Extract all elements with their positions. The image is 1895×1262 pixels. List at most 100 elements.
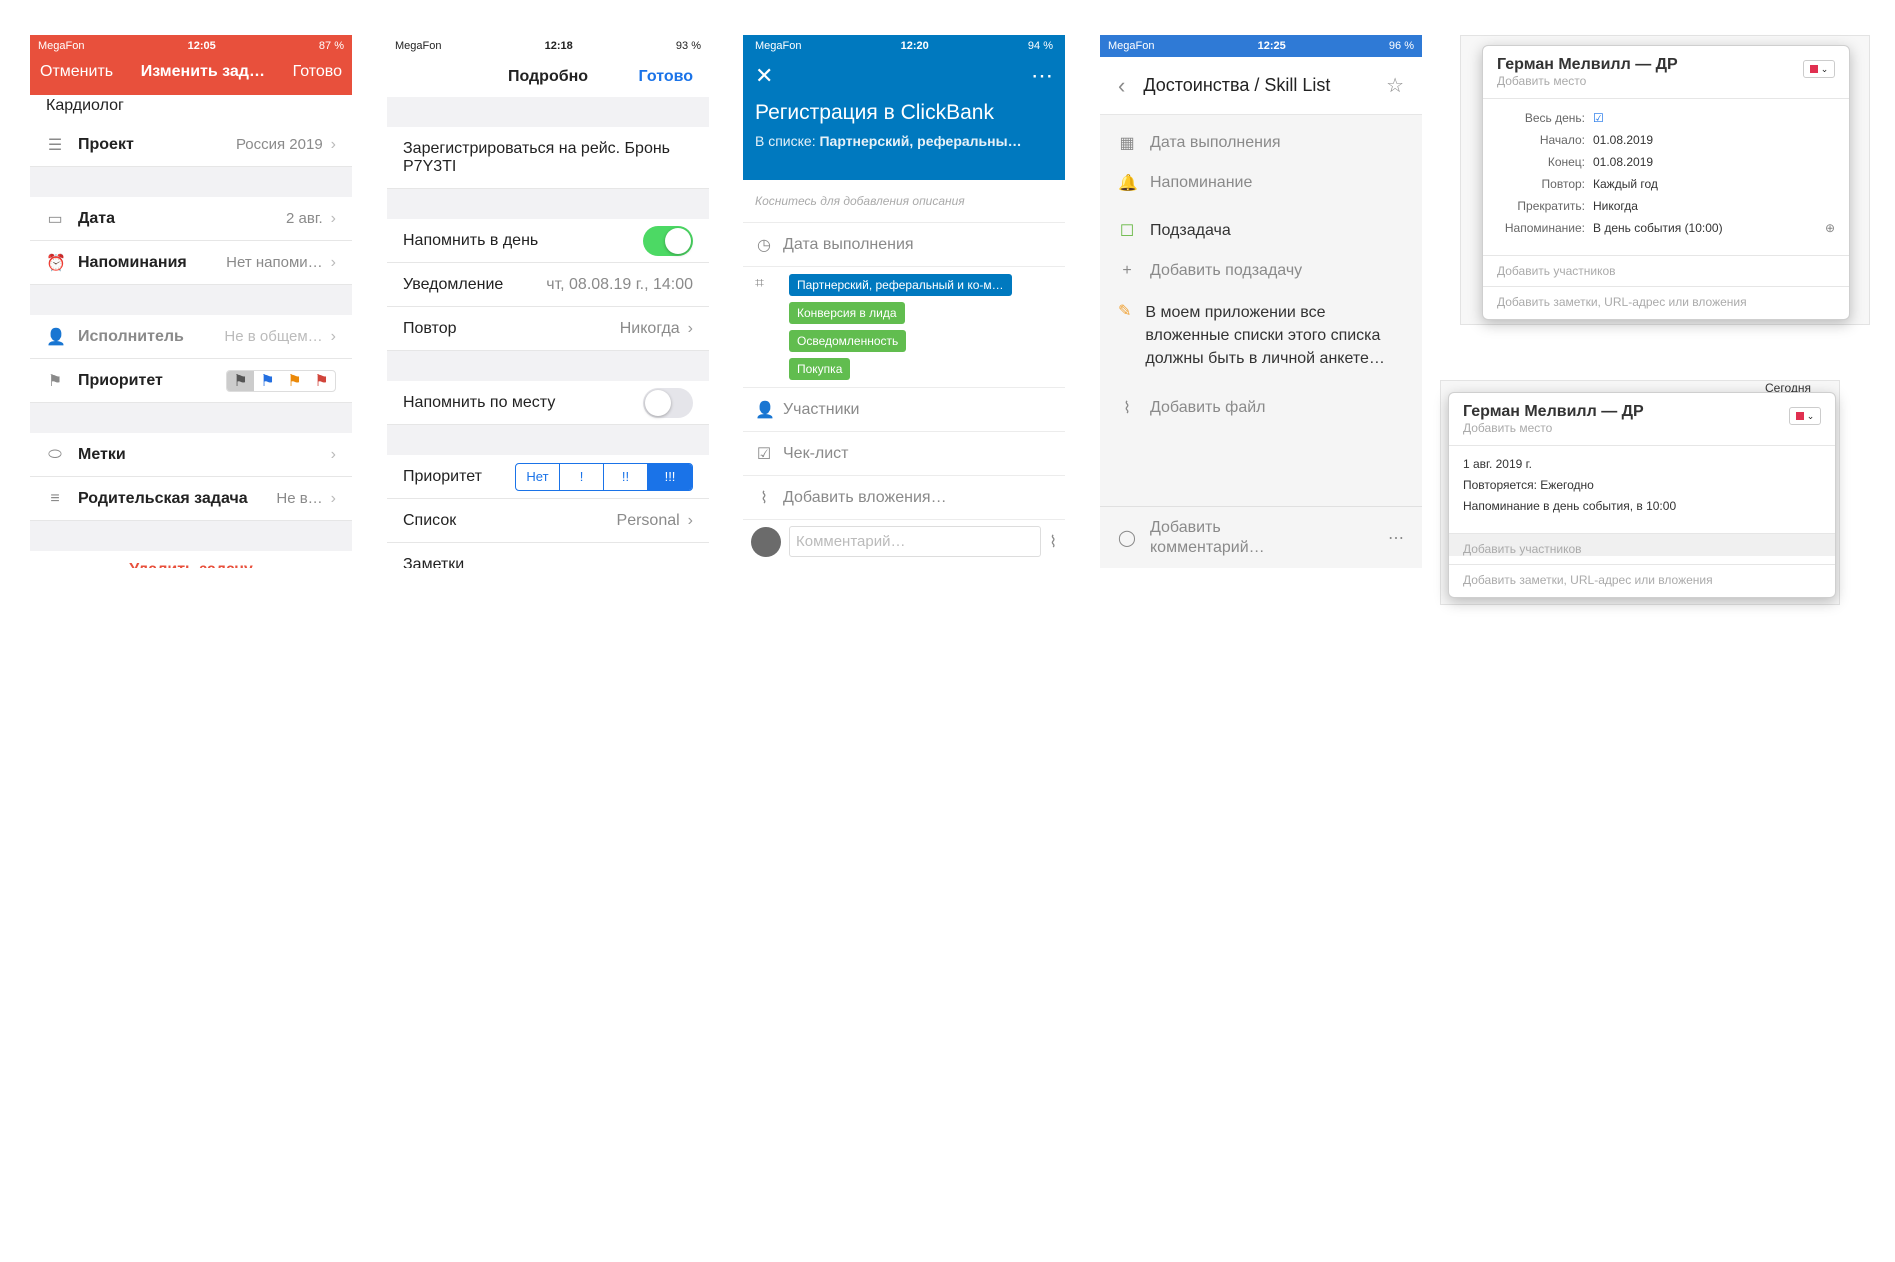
comment-input[interactable]: Комментарий…	[789, 526, 1042, 557]
more-icon[interactable]: ⋯	[1031, 63, 1053, 89]
priority-segmented-control: Нет ! !! !!!	[515, 462, 693, 491]
calendar-icon: ▭	[47, 210, 63, 228]
screen-title: Подробно	[507, 68, 589, 85]
event-title[interactable]: Герман Мелвилл — ДР	[1463, 403, 1821, 421]
notes-field[interactable]: Добавить заметки, URL-адрес или вложения	[1449, 564, 1835, 587]
clock: 12:18	[544, 40, 573, 52]
priority-none[interactable]: Нет	[516, 463, 560, 490]
calendar-color-picker[interactable]: ⌄	[1789, 407, 1821, 425]
checkbox-icon: ☑	[756, 445, 772, 463]
members-row[interactable]: 👤 Участники	[743, 388, 1065, 432]
labels-block[interactable]: ⌗ Партнерский, реферальный и ко-м… Конве…	[743, 267, 1065, 388]
carrier: MegaFon	[38, 40, 85, 52]
carrier: MegaFon	[395, 40, 442, 52]
repeat-row[interactable]: Повтор Никогда ›	[387, 307, 709, 351]
speech-bubble-icon: ◯	[1118, 529, 1136, 547]
remind-place-toggle[interactable]	[643, 387, 693, 418]
list-row[interactable]: Список Personal ›	[387, 499, 709, 543]
add-file-row[interactable]: ⌇ Добавить файл	[1100, 388, 1422, 428]
paperclip-icon[interactable]: ⌇	[1049, 532, 1057, 552]
checklist-row[interactable]: ☑ Чек-лист	[743, 432, 1065, 476]
alarm-icon: ⏰	[46, 254, 66, 272]
battery: 87 %	[318, 40, 344, 52]
priority-high[interactable]: !!!	[648, 463, 692, 490]
remind-day-toggle[interactable]	[643, 225, 693, 256]
chevron-right-icon: ›	[687, 511, 693, 529]
avatar	[751, 526, 781, 557]
remind-day-row: Напомнить в день	[387, 219, 709, 263]
location-field[interactable]: Добавить место	[1463, 421, 1821, 435]
participants-field[interactable]: Добавить участников	[1449, 533, 1835, 556]
chevron-right-icon: ›	[330, 489, 336, 507]
pencil-icon: ✎	[1118, 303, 1132, 320]
due-date-row[interactable]: ◷ Дата выполнения	[743, 223, 1065, 267]
add-alert-icon: ⊕	[1824, 221, 1835, 235]
start-date-field[interactable]: 01.08.2019	[1593, 129, 1835, 151]
notes-field[interactable]: Добавить заметки, URL-адрес или вложения	[1483, 286, 1849, 309]
date-row[interactable]: ▭ Дата 2 авг. ›	[30, 197, 352, 241]
priority-flag-grey[interactable]: ⚑	[227, 370, 254, 391]
star-icon[interactable]: ☆	[1386, 73, 1404, 98]
card-title[interactable]: Регистрация в ClickBank	[755, 101, 1053, 125]
done-button[interactable]: Готово	[639, 68, 693, 86]
cancel-button[interactable]: Отменить	[40, 63, 113, 81]
battery: 94 %	[1027, 40, 1053, 52]
end-repeat-field[interactable]: Никогда	[1593, 195, 1835, 217]
alert-row[interactable]: Уведомление чт, 08.08.19 г., 14:00	[387, 263, 709, 307]
person-icon: 👤	[46, 328, 66, 346]
end-date-field[interactable]: 01.08.2019	[1593, 151, 1835, 173]
priority-flag-red[interactable]: ⚑	[308, 371, 335, 391]
parent-task-row[interactable]: ≡ Родительская задача Не в… ›	[30, 477, 352, 521]
labels-row[interactable]: ⬭ Метки ›	[30, 433, 352, 477]
event-title[interactable]: Герман Мелвилл — ДР	[1497, 56, 1835, 74]
delete-task-button[interactable]: Удалить задачу	[30, 551, 352, 568]
comment-bar[interactable]: ◯ Добавить комментарий… ⋯	[1100, 506, 1422, 568]
task-title[interactable]: Достоинства / Skill List	[1143, 75, 1330, 96]
note-row[interactable]: ✎ В моем приложении все вложенные списки …	[1100, 291, 1422, 380]
project-row[interactable]: ☰ Проект Россия 2019 ›	[30, 123, 352, 167]
trello-card-screen: MegaFon 12:20 94 % ✕ ⋯ Регистрация в ClickB…	[743, 35, 1065, 568]
reminders-row[interactable]: ⏰ Напоминания Нет напоми… ›	[30, 241, 352, 285]
todoist-edit-task-screen: MegaFon 12:05 87 % Отменить Изменить зад… Го…	[30, 35, 352, 568]
list-icon: ≡	[50, 489, 60, 507]
chevron-right-icon: ›	[330, 327, 336, 345]
calendar-color-picker[interactable]: ⌄	[1803, 60, 1835, 78]
task-name[interactable]: Кардиолог	[30, 95, 352, 123]
flag-icon: ⚑	[47, 372, 63, 390]
more-icon[interactable]: ⋯	[1388, 528, 1404, 548]
repeat-field[interactable]: Каждый год	[1593, 173, 1835, 195]
participants-field[interactable]: Добавить участников	[1483, 255, 1849, 278]
attachments-row[interactable]: ⌇ Добавить вложения…	[743, 476, 1065, 520]
subtask-row[interactable]: ☐ Подзадача	[1100, 211, 1422, 251]
back-icon[interactable]: ‹	[1118, 73, 1125, 99]
priority-medium[interactable]: !!	[604, 463, 648, 490]
location-field[interactable]: Добавить место	[1497, 74, 1835, 88]
priority-flag-blue[interactable]: ⚑	[254, 371, 281, 391]
reminder-row[interactable]: 🔔 Напоминание	[1100, 163, 1422, 203]
list-name[interactable]: Партнерский, реферальны…	[819, 133, 1021, 149]
clock: 12:20	[900, 40, 929, 52]
task-title[interactable]: Зарегистрироваться на рейс. Бронь P7Y3TI	[387, 127, 709, 189]
description-hint[interactable]: Коснитесь для добавления описания	[743, 180, 1065, 223]
done-button[interactable]: Готово	[293, 63, 342, 81]
all-day-checkbox[interactable]: ☑	[1593, 107, 1835, 129]
assignee-row[interactable]: 👤 Исполнитель Не в общем… ›	[30, 315, 352, 359]
alert-field[interactable]: В день события (10:00) ⊕	[1593, 217, 1835, 239]
priority-flag-orange[interactable]: ⚑	[281, 371, 308, 391]
clock-icon: ◷	[757, 236, 771, 254]
header-bar: MegaFon 12:05 87 % Отменить Изменить зад… Го…	[30, 35, 352, 95]
close-icon[interactable]: ✕	[755, 63, 773, 89]
priority-low[interactable]: !	[560, 463, 604, 490]
event-popover-compact: Герман Мелвилл — ДР ⌄ Добавить место 1 а…	[1448, 392, 1836, 598]
chevron-right-icon: ›	[330, 135, 336, 153]
label: Конверсия в лида	[789, 302, 905, 324]
event-popover-expanded: Герман Мелвилл — ДР ⌄ Добавить место Вес…	[1482, 45, 1850, 320]
due-date-row[interactable]: ▦ Дата выполнения	[1100, 123, 1422, 163]
notes-row[interactable]: Заметки	[387, 543, 709, 569]
chevron-right-icon: ›	[330, 253, 336, 271]
add-subtask-row[interactable]: + Добавить подзадачу	[1100, 251, 1422, 291]
checkbox-icon: ☐	[1119, 223, 1135, 240]
tag-icon: ⬭	[48, 445, 62, 463]
event-details[interactable]: 1 авг. 2019 г. Повторяется: Ежегодно Нап…	[1449, 445, 1835, 525]
wunderlist-task-screen: MegaFon 12:25 96 % ‹ Достоинства / Skill L…	[1100, 35, 1422, 568]
